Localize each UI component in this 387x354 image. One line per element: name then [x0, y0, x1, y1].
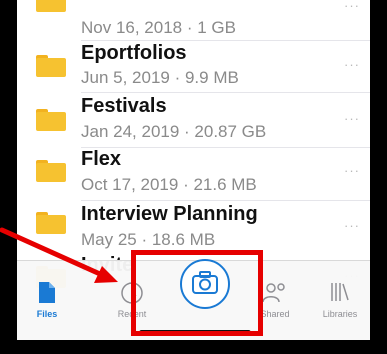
file-meta: Jun 5, 2019 · 9.9 MB: [81, 68, 239, 87]
more-icon[interactable]: ···: [344, 111, 360, 126]
folder-icon: [36, 55, 66, 77]
tab-files[interactable]: Files: [17, 261, 77, 321]
folder-icon: [36, 212, 66, 234]
home-indicator[interactable]: [139, 330, 251, 335]
file-meta: Nov 16, 2018 · 1 GB: [81, 18, 236, 37]
file-row[interactable]: Nov 16, 2018 · 1 GB ···: [17, 0, 370, 41]
file-row[interactable]: Eportfolios Jun 5, 2019 · 9.9 MB ···: [17, 41, 370, 96]
tab-label: Files: [36, 309, 58, 319]
library-icon: [331, 283, 349, 301]
people-icon: [262, 283, 285, 303]
file-meta: Jan 24, 2019 · 20.87 GB: [81, 122, 267, 141]
more-icon[interactable]: ···: [344, 163, 360, 178]
file-name: Interview Planning: [81, 203, 258, 225]
tab-bar: Files Recent Shared Libraries: [17, 259, 370, 340]
device-frame: Nov 16, 2018 · 1 GB ··· Eportfolios Jun …: [0, 0, 387, 354]
file-name: Festivals: [81, 95, 167, 117]
file-meta: May 25 · 18.6 MB: [81, 230, 216, 249]
folder-icon: [36, 160, 66, 182]
file-name: Eportfolios: [81, 42, 187, 64]
files-screen: Nov 16, 2018 · 1 GB ··· Eportfolios Jun …: [17, 0, 370, 340]
file-row[interactable]: Festivals Jan 24, 2019 · 20.87 GB ···: [17, 93, 370, 148]
tab-label: Recent: [117, 309, 147, 319]
file-row[interactable]: Interview Planning May 25 · 18.6 MB ···: [17, 199, 370, 254]
file-name: Flex: [81, 148, 122, 170]
tab-libraries[interactable]: Libraries: [310, 261, 370, 321]
more-icon[interactable]: ···: [344, 0, 360, 13]
file-meta: Oct 17, 2019 · 21.6 MB: [81, 175, 257, 194]
tab-recent[interactable]: Recent: [102, 261, 162, 321]
tab-label: Libraries: [322, 309, 358, 319]
more-icon[interactable]: ···: [344, 218, 360, 233]
tab-label: Shared: [260, 309, 290, 319]
folder-icon: [36, 109, 66, 131]
file-icon: [39, 282, 55, 303]
folder-icon: [36, 0, 66, 12]
clock-icon: [121, 282, 143, 304]
file-row[interactable]: Flex Oct 17, 2019 · 21.6 MB ···: [17, 146, 370, 201]
more-icon[interactable]: ···: [344, 57, 360, 72]
camera-button[interactable]: [165, 259, 245, 321]
camera-icon: [180, 259, 230, 309]
tab-shared[interactable]: Shared: [245, 261, 305, 321]
